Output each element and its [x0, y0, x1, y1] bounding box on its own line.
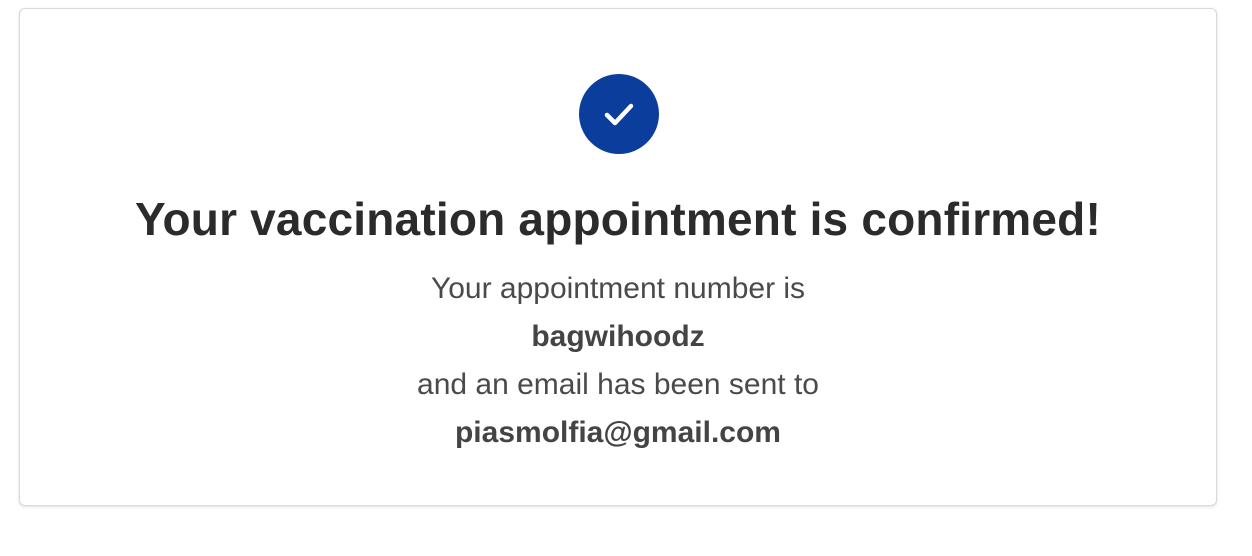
confirmation-page: Your vaccination appointment is confirme… — [0, 0, 1252, 556]
confirmation-title: Your vaccination appointment is confirme… — [135, 193, 1101, 245]
email-address: piasmolfia@gmail.com — [454, 416, 781, 449]
appointment-number-intro: Your appointment number is — [430, 272, 806, 305]
email-intro: and an email has been sent to — [417, 368, 819, 401]
confirmation-card: Your vaccination appointment is confirme… — [19, 8, 1217, 506]
check-badge — [579, 74, 659, 154]
appointment-number: bagwihoodz — [531, 320, 705, 353]
check-icon — [604, 103, 634, 126]
